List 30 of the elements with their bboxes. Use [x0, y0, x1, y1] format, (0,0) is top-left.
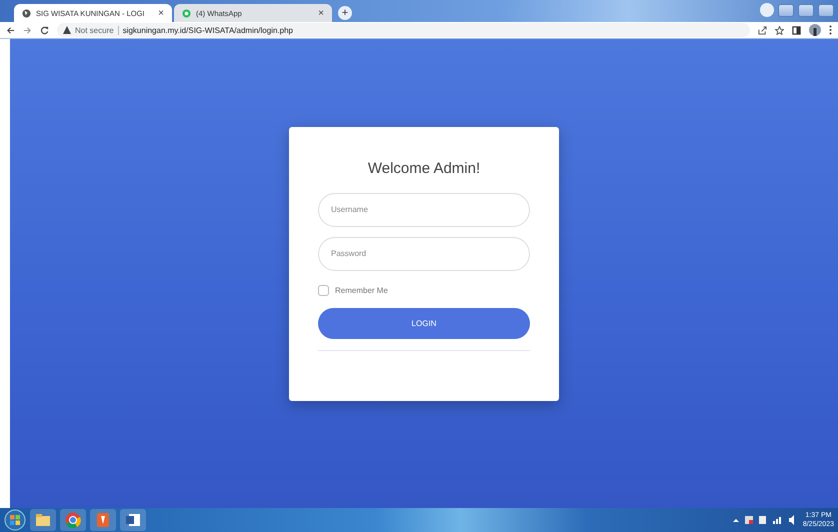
folder-taskbar-icon[interactable]: [30, 509, 56, 531]
avatar-icon[interactable]: [809, 24, 821, 36]
tab-search-button[interactable]: [760, 3, 774, 17]
new-tab-button[interactable]: +: [338, 6, 352, 20]
warning-icon: [63, 26, 71, 34]
tray-icons-drawing[interactable]: [732, 515, 797, 525]
back-icon[interactable]: [6, 26, 15, 34]
close-button[interactable]: [818, 4, 834, 16]
remember-checkbox[interactable]: [318, 284, 329, 296]
welcome-title: Welcome Admin!: [368, 160, 480, 176]
minimize-button[interactable]: [778, 4, 794, 16]
share-icon[interactable]: [758, 26, 767, 34]
maximize-button[interactable]: [798, 4, 814, 16]
address-bar[interactable]: Not secure sigkuningan.my.id/SIG-WISATA/admin/login.php: [57, 23, 750, 37]
browser-taskbar-icon[interactable]: [60, 509, 86, 531]
menu-icon[interactable]: [829, 25, 832, 35]
side-panel-icon[interactable]: [792, 26, 801, 34]
close-tab-button[interactable]: ×: [318, 8, 324, 18]
document-taskbar-icon[interactable]: [90, 509, 116, 531]
password-field[interactable]: Password: [318, 236, 530, 270]
login-button[interactable]: LOGIN: [318, 308, 530, 338]
reload-icon[interactable]: [40, 26, 49, 34]
star-icon[interactable]: [775, 26, 784, 34]
close-tab-button[interactable]: ×: [158, 8, 164, 18]
chat-icon: [182, 8, 191, 18]
username-field[interactable]: Username: [318, 192, 530, 226]
forward-icon[interactable]: [23, 26, 32, 34]
start-icon[interactable]: [4, 509, 26, 531]
remember-label: Remember Me: [335, 286, 388, 294]
word-taskbar-icon[interactable]: [120, 509, 146, 531]
